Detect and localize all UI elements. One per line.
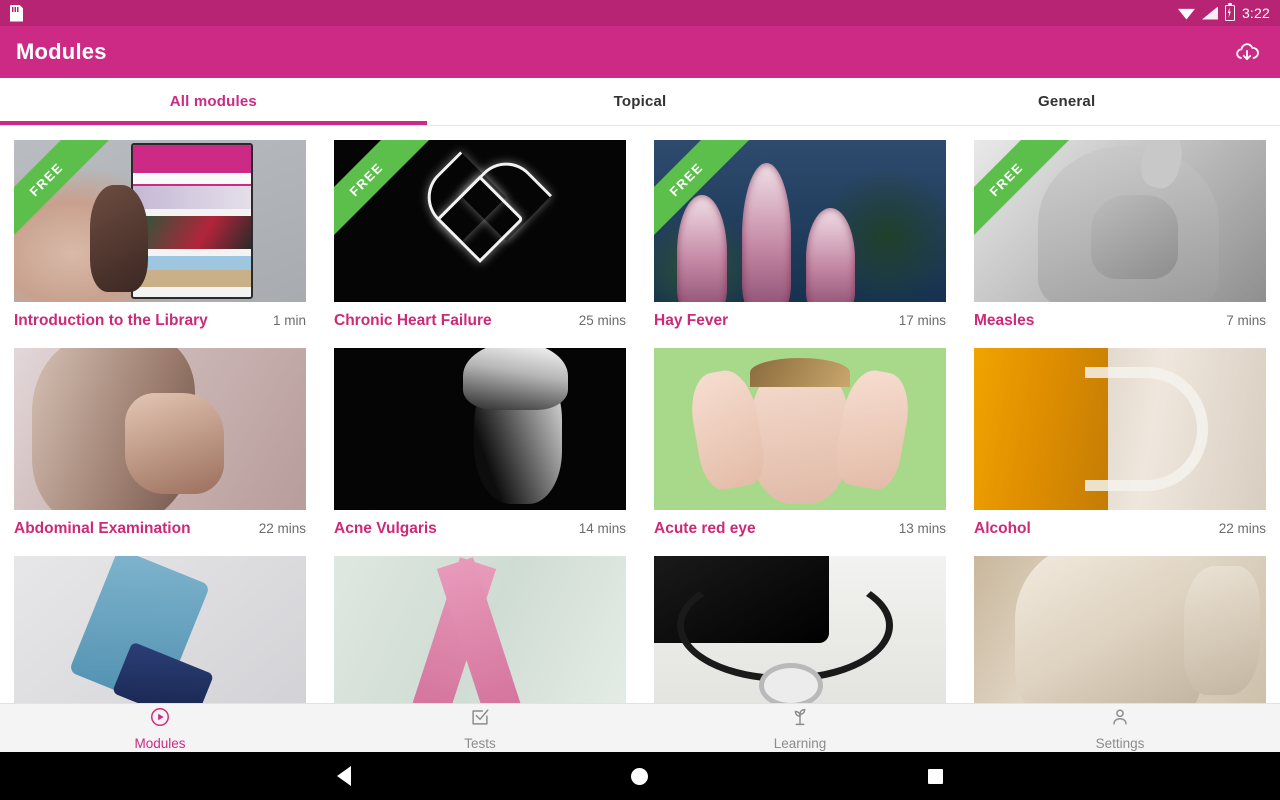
module-thumbnail-image [334,348,626,510]
module-thumbnail-image [654,556,946,703]
signal-icon [1201,6,1218,20]
module-title: Measles [974,312,1035,329]
module-thumbnail-image [654,348,946,510]
module-thumbnail[interactable] [974,348,1266,510]
module-duration: 22 mins [258,521,306,536]
module-duration: 22 mins [1218,521,1266,536]
module-thumbnail[interactable]: FREE [334,140,626,302]
module-duration: 17 mins [898,313,946,328]
nav-item-settings[interactable]: Settings [960,704,1280,752]
tab-topical[interactable]: Topical [427,78,854,125]
module-meta: Acute red eye 13 mins [654,510,946,542]
module-title: Introduction to the Library [14,312,208,329]
tab-all-modules[interactable]: All modules [0,78,427,125]
app-root: 3:22 Modules All modules Topical General… [0,0,1280,800]
module-thumbnail[interactable] [334,348,626,510]
module-thumbnail-image [334,556,626,703]
module-thumbnail-image [14,348,306,510]
status-bar: 3:22 [0,0,1280,26]
module-title: Alcohol [974,520,1031,537]
module-thumbnail-image [974,556,1266,703]
page-title: Modules [16,39,107,64]
module-card[interactable]: FREE Chronic Heart Failure 25 mins [320,126,640,334]
home-button[interactable] [631,767,648,785]
module-title: Acne Vulgaris [334,520,437,537]
status-bar-left [10,4,23,22]
module-title: Hay Fever [654,312,729,329]
module-card[interactable] [320,542,640,703]
module-title: Acute red eye [654,520,756,537]
module-meta: Abdominal Examination 22 mins [14,510,306,542]
recents-button[interactable] [928,768,943,784]
module-meta: Hay Fever 17 mins [654,302,946,334]
module-meta: Chronic Heart Failure 25 mins [334,302,626,334]
module-thumbnail[interactable] [974,556,1266,703]
battery-charging-icon [1224,2,1235,21]
module-card[interactable] [0,542,320,703]
module-thumbnail[interactable]: FREE [654,140,946,302]
sprout-icon [789,706,811,733]
nav-item-tests[interactable]: Tests [320,704,640,752]
module-thumbnail[interactable] [334,556,626,703]
module-thumbnail[interactable] [654,556,946,703]
bottom-navigation: Modules Tests Learning Settings [0,703,1280,752]
tab-bar: All modules Topical General [0,78,1280,126]
nav-item-modules-label: Modules [134,735,186,751]
module-card[interactable]: FREE Measles 7 mins [960,126,1280,334]
module-thumbnail-image [14,556,306,703]
module-thumbnail-image [654,140,946,302]
nav-item-learning-label: Learning [773,735,827,751]
module-card[interactable]: Acute red eye 13 mins [640,334,960,542]
module-thumbnail[interactable]: FREE [974,140,1266,302]
tab-general[interactable]: General [853,78,1280,125]
checkbox-icon [469,706,491,733]
module-thumbnail[interactable] [14,556,306,703]
tab-topical-label: Topical [613,93,667,110]
module-meta: Measles 7 mins [974,302,1266,334]
app-bar: Modules [0,26,1280,78]
back-button[interactable] [337,766,351,786]
module-thumbnail-image [14,140,306,302]
module-card[interactable] [640,542,960,703]
module-card[interactable]: Abdominal Examination 22 mins [0,334,320,542]
module-meta: Introduction to the Library 1 min [14,302,306,334]
modules-scroll-area[interactable]: FREE Introduction to the Library 1 min FREE… [0,126,1280,703]
module-thumbnail[interactable]: FREE [14,140,306,302]
wifi-icon [1177,8,1195,20]
module-duration: 1 min [272,313,306,328]
play-circle-icon [149,706,171,733]
module-meta: Acne Vulgaris 14 mins [334,510,626,542]
tab-general-label: General [1038,93,1096,110]
nav-item-modules[interactable]: Modules [0,704,320,752]
module-card[interactable]: Alcohol 22 mins [960,334,1280,542]
module-thumbnail[interactable] [654,348,946,510]
module-card[interactable]: FREE Hay Fever 17 mins [640,126,960,334]
module-thumbnail[interactable] [14,348,306,510]
tab-all-modules-label: All modules [169,93,257,110]
nav-item-settings-label: Settings [1095,735,1145,751]
module-title: Chronic Heart Failure [334,312,492,329]
module-card[interactable] [960,542,1280,703]
module-card[interactable]: FREE Introduction to the Library 1 min [0,126,320,334]
nav-item-tests-label: Tests [464,735,496,751]
module-duration: 13 mins [898,521,946,536]
module-thumbnail-image [334,140,626,302]
module-thumbnail-image [974,348,1266,510]
modules-grid: FREE Introduction to the Library 1 min FREE… [0,126,1280,703]
nav-item-learning[interactable]: Learning [640,704,960,752]
module-duration: 14 mins [578,521,626,536]
status-bar-right: 3:22 [1177,2,1270,21]
person-icon [1109,706,1131,733]
sd-card-icon [10,4,23,22]
module-thumbnail-image [974,140,1266,302]
cloud-download-icon[interactable] [1230,35,1264,69]
system-navigation-bar [0,752,1280,800]
module-title: Abdominal Examination [14,520,191,537]
status-bar-clock: 3:22 [1241,5,1270,21]
module-card[interactable]: Acne Vulgaris 14 mins [320,334,640,542]
module-duration: 25 mins [578,313,626,328]
module-duration: 7 mins [1226,313,1266,328]
module-meta: Alcohol 22 mins [974,510,1266,542]
